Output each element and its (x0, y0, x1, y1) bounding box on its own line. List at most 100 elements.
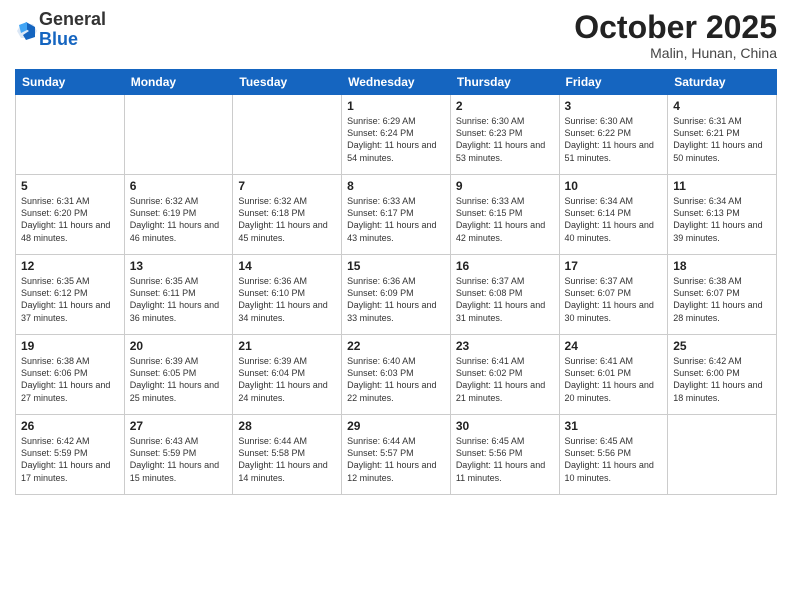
header-saturday: Saturday (668, 70, 777, 95)
day-number: 10 (565, 179, 663, 193)
calendar-week-1: 1 Sunrise: 6:29 AMSunset: 6:24 PMDaylight… (16, 95, 777, 175)
day-number: 4 (673, 99, 771, 113)
logo: General Blue (15, 10, 106, 50)
day-info: Sunrise: 6:44 AMSunset: 5:58 PMDaylight:… (238, 436, 327, 482)
calendar-cell: 21 Sunrise: 6:39 AMSunset: 6:04 PMDayligh… (233, 335, 342, 415)
header-row: Sunday Monday Tuesday Wednesday Thursday… (16, 70, 777, 95)
calendar-cell: 5 Sunrise: 6:31 AMSunset: 6:20 PMDaylight… (16, 175, 125, 255)
month-title: October 2025 (574, 10, 777, 45)
day-info: Sunrise: 6:44 AMSunset: 5:57 PMDaylight:… (347, 436, 436, 482)
day-number: 16 (456, 259, 554, 273)
day-info: Sunrise: 6:34 AMSunset: 6:13 PMDaylight:… (673, 196, 762, 242)
calendar-cell: 20 Sunrise: 6:39 AMSunset: 6:05 PMDayligh… (124, 335, 233, 415)
day-info: Sunrise: 6:39 AMSunset: 6:04 PMDaylight:… (238, 356, 327, 402)
day-info: Sunrise: 6:45 AMSunset: 5:56 PMDaylight:… (565, 436, 654, 482)
calendar-cell: 24 Sunrise: 6:41 AMSunset: 6:01 PMDayligh… (559, 335, 668, 415)
calendar-cell: 26 Sunrise: 6:42 AMSunset: 5:59 PMDayligh… (16, 415, 125, 495)
location: Malin, Hunan, China (574, 45, 777, 61)
calendar-cell: 2 Sunrise: 6:30 AMSunset: 6:23 PMDaylight… (450, 95, 559, 175)
calendar-week-4: 19 Sunrise: 6:38 AMSunset: 6:06 PMDayligh… (16, 335, 777, 415)
calendar-cell: 14 Sunrise: 6:36 AMSunset: 6:10 PMDayligh… (233, 255, 342, 335)
day-info: Sunrise: 6:42 AMSunset: 6:00 PMDaylight:… (673, 356, 762, 402)
day-number: 28 (238, 419, 336, 433)
day-info: Sunrise: 6:31 AMSunset: 6:20 PMDaylight:… (21, 196, 110, 242)
day-info: Sunrise: 6:38 AMSunset: 6:06 PMDaylight:… (21, 356, 110, 402)
calendar-cell: 19 Sunrise: 6:38 AMSunset: 6:06 PMDayligh… (16, 335, 125, 415)
day-number: 8 (347, 179, 445, 193)
day-info: Sunrise: 6:30 AMSunset: 6:22 PMDaylight:… (565, 116, 654, 162)
day-number: 11 (673, 179, 771, 193)
calendar-week-3: 12 Sunrise: 6:35 AMSunset: 6:12 PMDayligh… (16, 255, 777, 335)
day-info: Sunrise: 6:33 AMSunset: 6:15 PMDaylight:… (456, 196, 545, 242)
calendar-table: Sunday Monday Tuesday Wednesday Thursday… (15, 69, 777, 495)
calendar-cell (233, 95, 342, 175)
header-friday: Friday (559, 70, 668, 95)
day-info: Sunrise: 6:38 AMSunset: 6:07 PMDaylight:… (673, 276, 762, 322)
day-number: 21 (238, 339, 336, 353)
calendar-cell: 27Sunrise: 6:43 AMSunset: 5:59 PMDayligh… (124, 415, 233, 495)
day-info: Sunrise: 6:37 AMSunset: 6:07 PMDaylight:… (565, 276, 654, 322)
day-number: 19 (21, 339, 119, 353)
calendar-cell: 8 Sunrise: 6:33 AMSunset: 6:17 PMDaylight… (342, 175, 451, 255)
calendar-cell: 25 Sunrise: 6:42 AMSunset: 6:00 PMDayligh… (668, 335, 777, 415)
logo-icon (15, 20, 37, 42)
day-info: Sunrise: 6:33 AMSunset: 6:17 PMDaylight:… (347, 196, 436, 242)
calendar-cell: 11 Sunrise: 6:34 AMSunset: 6:13 PMDayligh… (668, 175, 777, 255)
header-monday: Monday (124, 70, 233, 95)
day-info: Sunrise: 6:39 AMSunset: 6:05 PMDaylight:… (130, 356, 219, 402)
day-number: 13 (130, 259, 228, 273)
day-number: 15 (347, 259, 445, 273)
calendar-cell: 10 Sunrise: 6:34 AMSunset: 6:14 PMDayligh… (559, 175, 668, 255)
day-info: Sunrise: 6:36 AMSunset: 6:10 PMDaylight:… (238, 276, 327, 322)
calendar-cell: 28 Sunrise: 6:44 AMSunset: 5:58 PMDayligh… (233, 415, 342, 495)
header-tuesday: Tuesday (233, 70, 342, 95)
header-sunday: Sunday (16, 70, 125, 95)
calendar-cell: 13 Sunrise: 6:35 AMSunset: 6:11 PMDayligh… (124, 255, 233, 335)
day-number: 18 (673, 259, 771, 273)
day-info: Sunrise: 6:37 AMSunset: 6:08 PMDaylight:… (456, 276, 545, 322)
day-number: 20 (130, 339, 228, 353)
calendar-cell: 1 Sunrise: 6:29 AMSunset: 6:24 PMDaylight… (342, 95, 451, 175)
day-number: 5 (21, 179, 119, 193)
day-info: Sunrise: 6:32 AMSunset: 6:18 PMDaylight:… (238, 196, 327, 242)
calendar-cell: 15Sunrise: 6:36 AMSunset: 6:09 PMDayligh… (342, 255, 451, 335)
day-info: Sunrise: 6:42 AMSunset: 5:59 PMDaylight:… (21, 436, 110, 482)
day-number: 17 (565, 259, 663, 273)
calendar-page: General Blue October 2025 Malin, Hunan, … (0, 0, 792, 612)
calendar-cell: 22 Sunrise: 6:40 AMSunset: 6:03 PMDayligh… (342, 335, 451, 415)
title-block: October 2025 Malin, Hunan, China (574, 10, 777, 61)
day-number: 6 (130, 179, 228, 193)
header-wednesday: Wednesday (342, 70, 451, 95)
calendar-cell: 7Sunrise: 6:32 AMSunset: 6:18 PMDaylight… (233, 175, 342, 255)
day-info: Sunrise: 6:41 AMSunset: 6:01 PMDaylight:… (565, 356, 654, 402)
day-number: 22 (347, 339, 445, 353)
calendar-cell: 17 Sunrise: 6:37 AMSunset: 6:07 PMDayligh… (559, 255, 668, 335)
calendar-cell: 9Sunrise: 6:33 AMSunset: 6:15 PMDaylight… (450, 175, 559, 255)
day-number: 3 (565, 99, 663, 113)
day-number: 1 (347, 99, 445, 113)
calendar-cell: 23Sunrise: 6:41 AMSunset: 6:02 PMDayligh… (450, 335, 559, 415)
day-number: 26 (21, 419, 119, 433)
day-info: Sunrise: 6:30 AMSunset: 6:23 PMDaylight:… (456, 116, 545, 162)
day-number: 24 (565, 339, 663, 353)
day-info: Sunrise: 6:35 AMSunset: 6:11 PMDaylight:… (130, 276, 219, 322)
day-info: Sunrise: 6:34 AMSunset: 6:14 PMDaylight:… (565, 196, 654, 242)
day-number: 31 (565, 419, 663, 433)
day-info: Sunrise: 6:29 AMSunset: 6:24 PMDaylight:… (347, 116, 436, 162)
day-number: 27 (130, 419, 228, 433)
day-number: 14 (238, 259, 336, 273)
day-info: Sunrise: 6:35 AMSunset: 6:12 PMDaylight:… (21, 276, 110, 322)
logo-blue: Blue (39, 30, 106, 50)
day-info: Sunrise: 6:45 AMSunset: 5:56 PMDaylight:… (456, 436, 545, 482)
calendar-week-2: 5 Sunrise: 6:31 AMSunset: 6:20 PMDaylight… (16, 175, 777, 255)
day-info: Sunrise: 6:31 AMSunset: 6:21 PMDaylight:… (673, 116, 762, 162)
day-info: Sunrise: 6:40 AMSunset: 6:03 PMDaylight:… (347, 356, 436, 402)
day-number: 25 (673, 339, 771, 353)
calendar-cell: 30Sunrise: 6:45 AMSunset: 5:56 PMDayligh… (450, 415, 559, 495)
day-info: Sunrise: 6:41 AMSunset: 6:02 PMDaylight:… (456, 356, 545, 402)
day-number: 12 (21, 259, 119, 273)
calendar-week-5: 26 Sunrise: 6:42 AMSunset: 5:59 PMDayligh… (16, 415, 777, 495)
calendar-cell (668, 415, 777, 495)
day-number: 2 (456, 99, 554, 113)
calendar-cell: 12 Sunrise: 6:35 AMSunset: 6:12 PMDayligh… (16, 255, 125, 335)
